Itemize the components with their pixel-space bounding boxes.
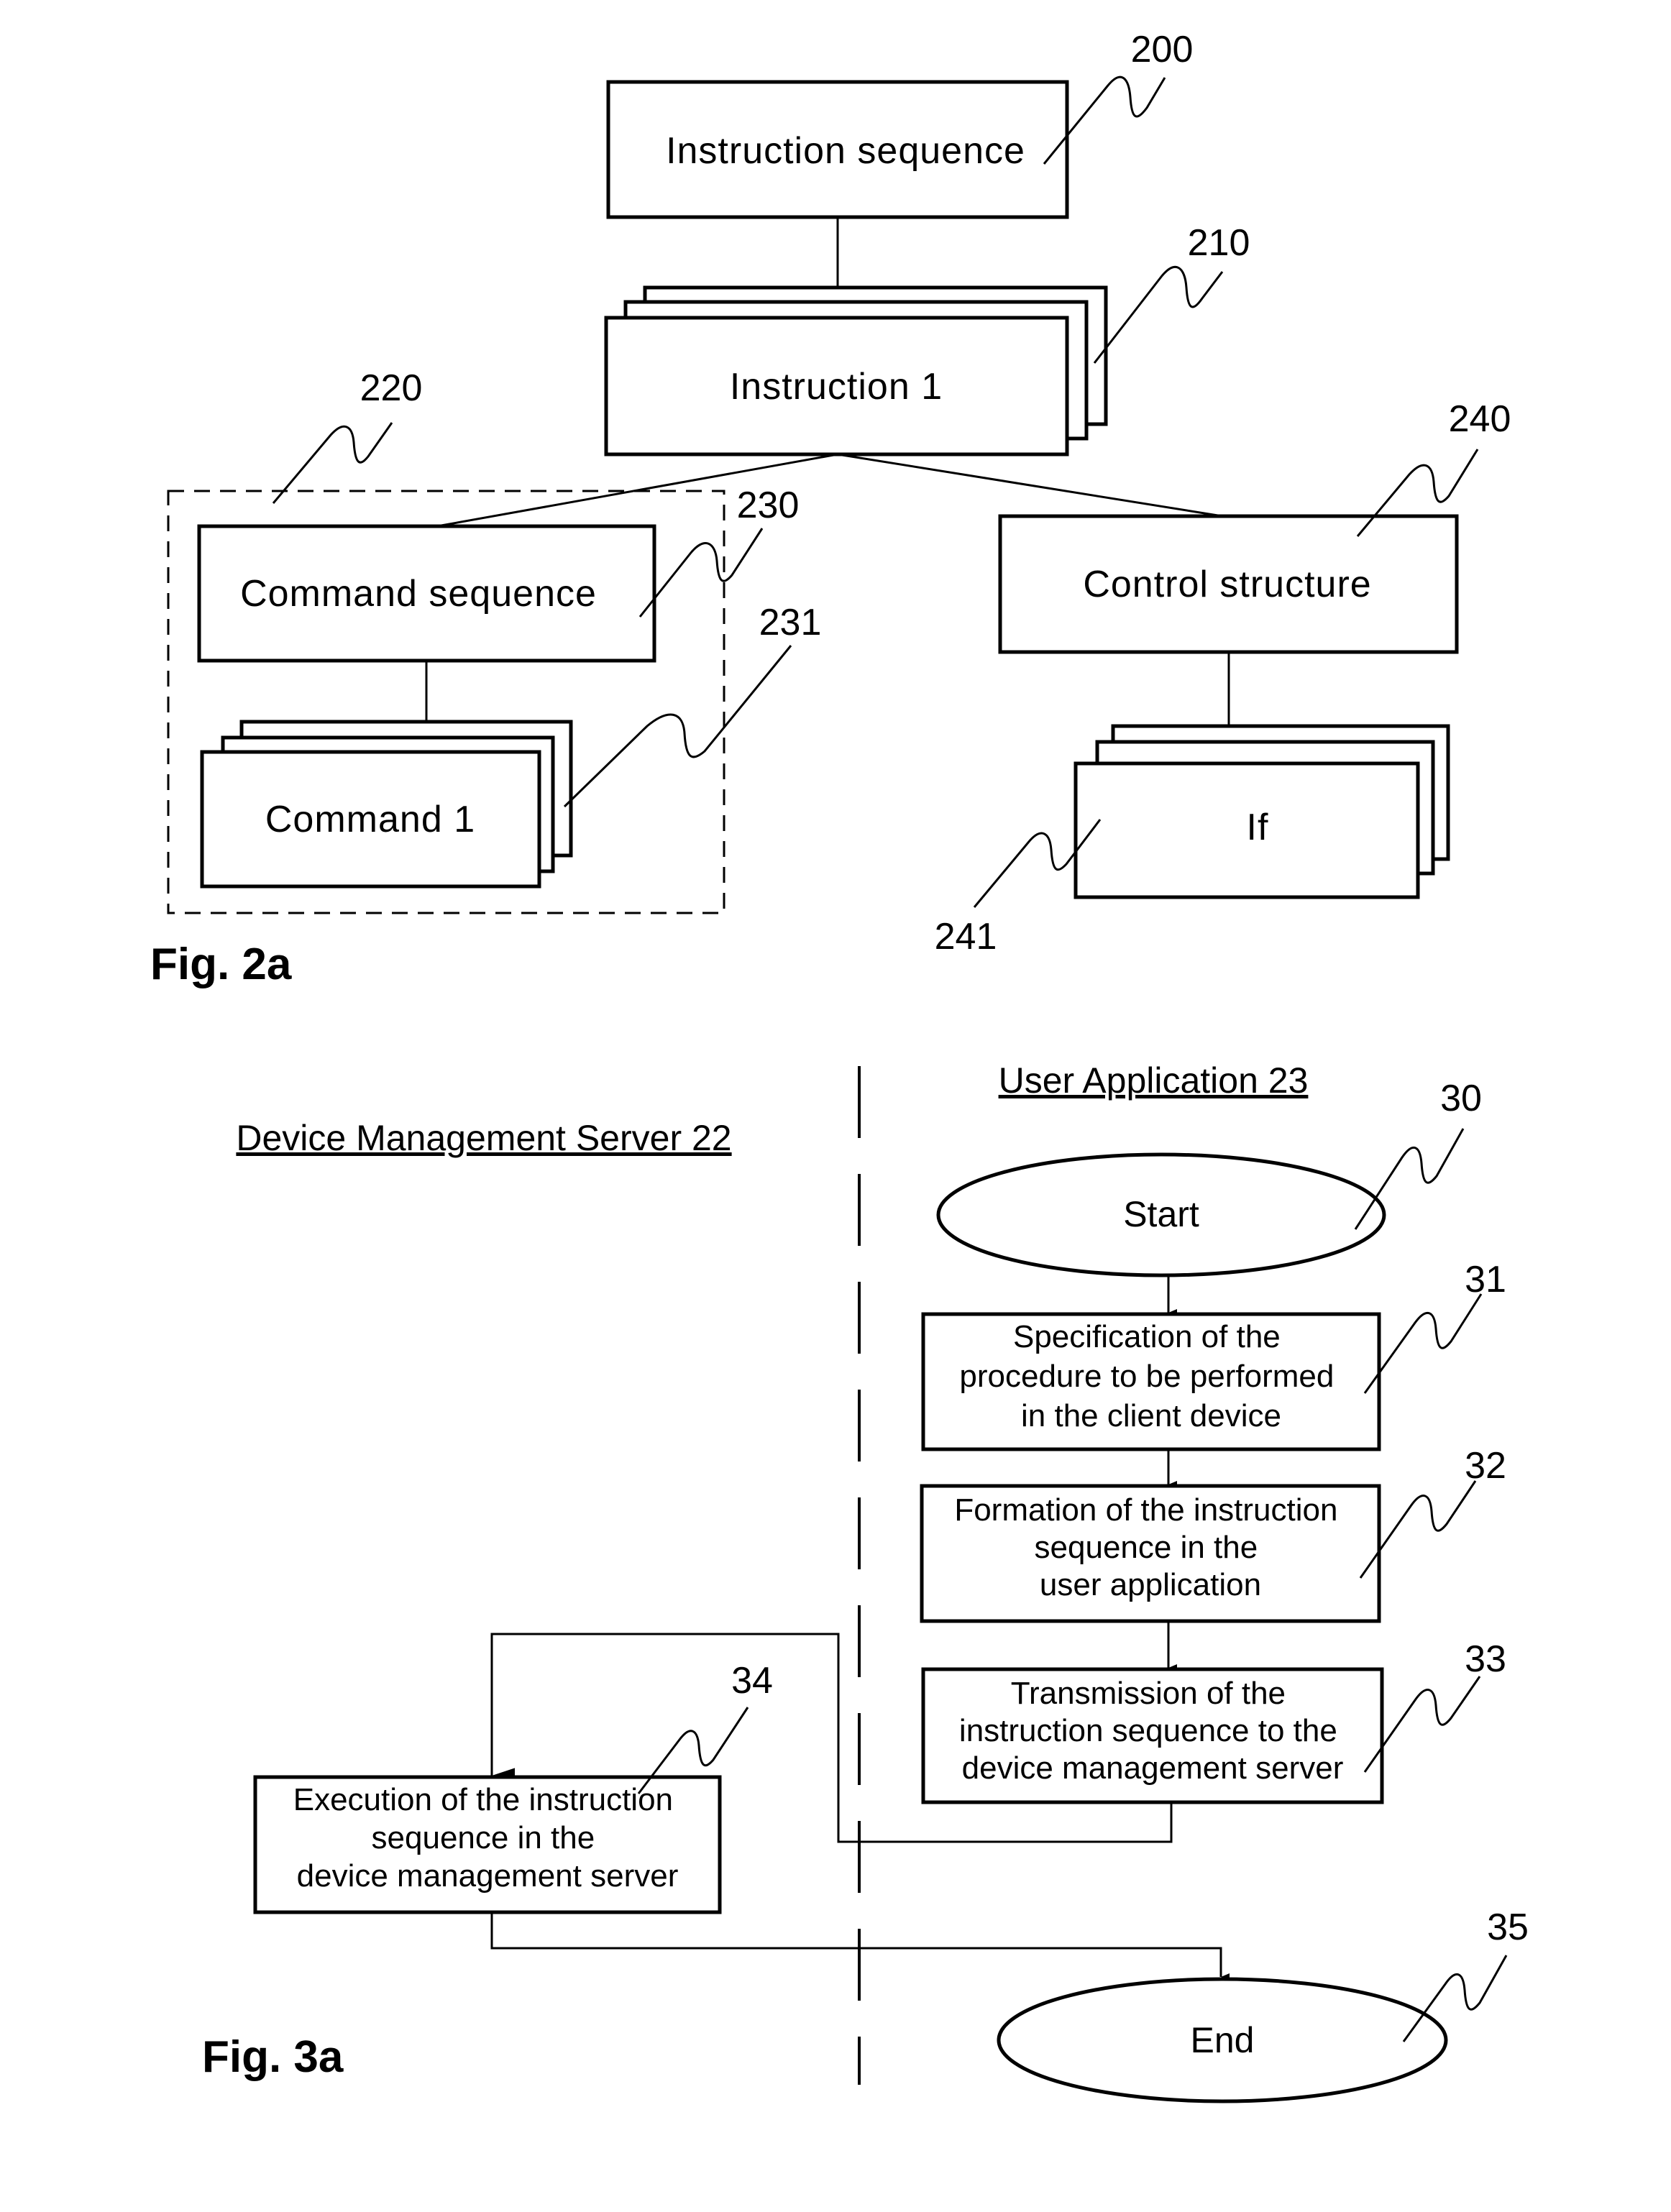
step-32-node: Formation of the instruction sequence in…: [920, 1484, 1381, 1623]
ref-30: 30: [1440, 1078, 1482, 1119]
end-label: End: [1191, 2020, 1255, 2060]
step-31-line-2: procedure to be performed: [959, 1359, 1334, 1394]
ref-31: 31: [1465, 1259, 1506, 1300]
control-structure-label: Control structure: [1083, 564, 1371, 605]
connector-instruction-to-control-structure: [837, 453, 1223, 518]
ref-210: 210: [1188, 222, 1250, 264]
ref-35: 35: [1487, 1906, 1529, 1948]
leader-210-icon: [1093, 266, 1224, 364]
control-structure-node: Control structure: [998, 514, 1459, 654]
command-label: Command 1: [265, 799, 475, 840]
ref-33: 33: [1465, 1638, 1506, 1680]
leader-230-icon: [638, 528, 764, 618]
end-node: End: [997, 1977, 1448, 2103]
ref-240: 240: [1449, 398, 1511, 440]
step-34-line-1: Execution of the instruction: [293, 1782, 673, 1817]
step-31-line-1: Specification of the: [1013, 1319, 1281, 1354]
instruction-stack: Instruction 1: [604, 285, 1108, 456]
step-34-node: Execution of the instruction sequence in…: [253, 1775, 722, 1914]
command-stack: Command 1: [200, 720, 573, 889]
patent-figure-sheet: Instruction sequence 200 Instruction 1 2…: [150, 29, 1529, 2103]
lane-title-device-management-server: Device Management Server 22: [236, 1118, 731, 1158]
step-32-line-2: sequence in the: [1035, 1530, 1258, 1565]
ref-200: 200: [1131, 29, 1194, 70]
ref-220: 220: [360, 367, 423, 409]
fig-2a: Instruction sequence 200 Instruction 1 2…: [150, 29, 1511, 989]
step-31-line-3: in the client device: [1021, 1398, 1281, 1433]
step-33-line-2: instruction sequence to the: [959, 1713, 1337, 1748]
step-31-node: Specification of the procedure to be per…: [921, 1312, 1381, 1451]
start-node: Start: [936, 1152, 1386, 1277]
step-33-line-1: Transmission of the: [1011, 1676, 1286, 1711]
ref-241: 241: [935, 916, 997, 958]
ref-230: 230: [737, 485, 800, 526]
if-label: If: [1247, 807, 1269, 848]
instruction-sequence-label: Instruction sequence: [666, 130, 1025, 172]
step-33-text: Transmission of the instruction sequence…: [959, 1676, 1346, 1786]
step-34-line-3: device management server: [297, 1858, 679, 1894]
step-33-line-3: device management server: [962, 1750, 1344, 1786]
command-sequence-node: Command sequence: [197, 524, 656, 663]
leader-231-icon: [563, 645, 792, 808]
fig-3a-caption: Fig. 3a: [202, 2032, 344, 2082]
instruction-label: Instruction 1: [730, 366, 943, 408]
command-sequence-label: Command sequence: [240, 573, 597, 615]
arrow-34-to-end: [490, 1912, 1230, 1981]
fig-3a: Device Management Server 22 User Applica…: [202, 1060, 1529, 2103]
start-label: Start: [1123, 1194, 1199, 1234]
fig-2a-caption: Fig. 2a: [150, 940, 292, 989]
step-33-node: Transmission of the instruction sequence…: [921, 1667, 1384, 1804]
step-32-line-1: Formation of the instruction: [954, 1492, 1337, 1528]
lane-title-user-application: User Application 23: [999, 1060, 1309, 1101]
ref-32: 32: [1465, 1445, 1506, 1487]
leader-31-icon: [1363, 1293, 1483, 1394]
ref-231: 231: [759, 602, 822, 643]
instruction-sequence-node: Instruction sequence: [606, 80, 1069, 219]
step-32-line-3: user application: [1040, 1567, 1261, 1602]
step-34-line-2: sequence in the: [372, 1820, 595, 1855]
ref-34: 34: [731, 1660, 773, 1702]
if-stack: If: [1073, 724, 1450, 899]
